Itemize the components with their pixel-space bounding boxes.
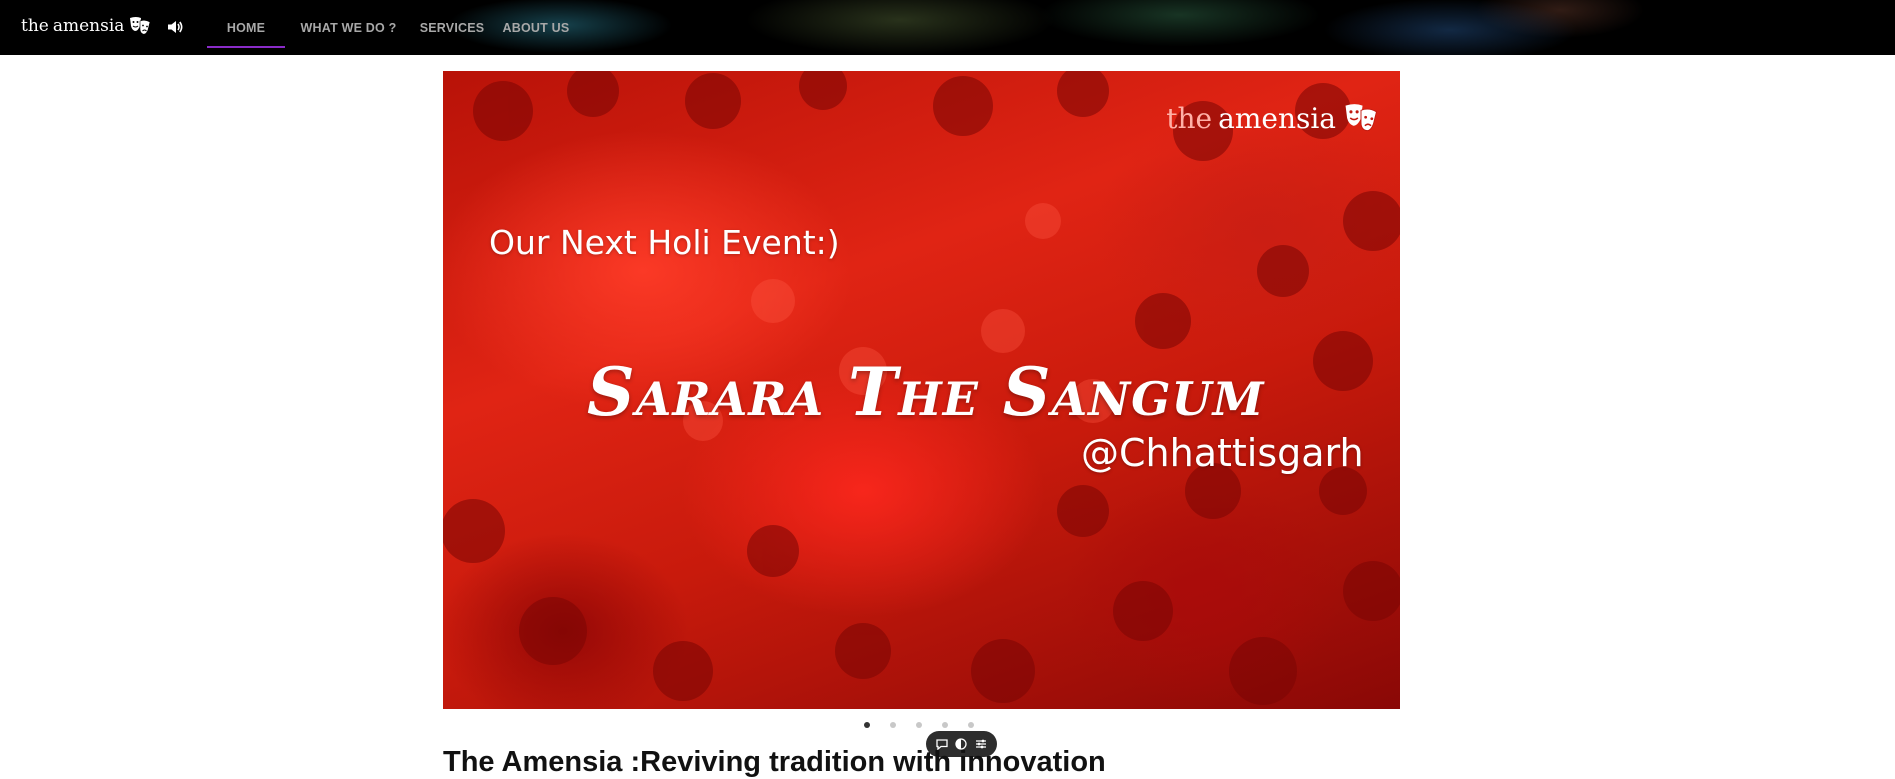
brand-name: amensia xyxy=(52,16,125,36)
main-nav: HOME WHAT WE DO ? SERVICES ABOUT US xyxy=(207,0,580,55)
carousel-dot-1[interactable] xyxy=(864,722,870,728)
carousel-dot-3[interactable] xyxy=(916,722,922,728)
nav-about-us[interactable]: ABOUT US xyxy=(492,0,580,55)
nav-what-we-do[interactable]: WHAT WE DO ? xyxy=(285,0,412,55)
theater-masks-icon xyxy=(1342,101,1380,135)
carousel-dot-4[interactable] xyxy=(942,722,948,728)
brand-logo[interactable]: the amensia xyxy=(21,14,152,38)
section-title: The Amensia :Reviving tradition with inn… xyxy=(443,746,1106,778)
carousel-dot-5[interactable] xyxy=(968,722,974,728)
hero-kicker-text: Our Next Holi Event:) xyxy=(489,223,840,262)
hero-logo-name: amensia xyxy=(1218,101,1336,135)
nav-home[interactable]: HOME xyxy=(207,0,285,55)
brand-the: the xyxy=(21,16,49,36)
theater-masks-icon xyxy=(128,15,152,37)
hero-title: Sarara The Sangum xyxy=(587,353,1265,431)
speaker-icon[interactable] xyxy=(166,18,184,36)
carousel-indicators xyxy=(864,722,974,728)
carousel-dot-2[interactable] xyxy=(890,722,896,728)
hero-location: @Chhattisgarh xyxy=(1081,431,1364,475)
hero-slide[interactable]: the amensia Our Next Holi Event:) Sarara… xyxy=(443,71,1400,709)
hero-brand-logo: the amensia xyxy=(1166,101,1380,135)
nav-services[interactable]: SERVICES xyxy=(412,0,492,55)
hero-logo-the: the xyxy=(1166,101,1213,135)
top-navbar: the amensia HOME WHAT WE DO ? SERVICES A… xyxy=(0,0,1895,55)
